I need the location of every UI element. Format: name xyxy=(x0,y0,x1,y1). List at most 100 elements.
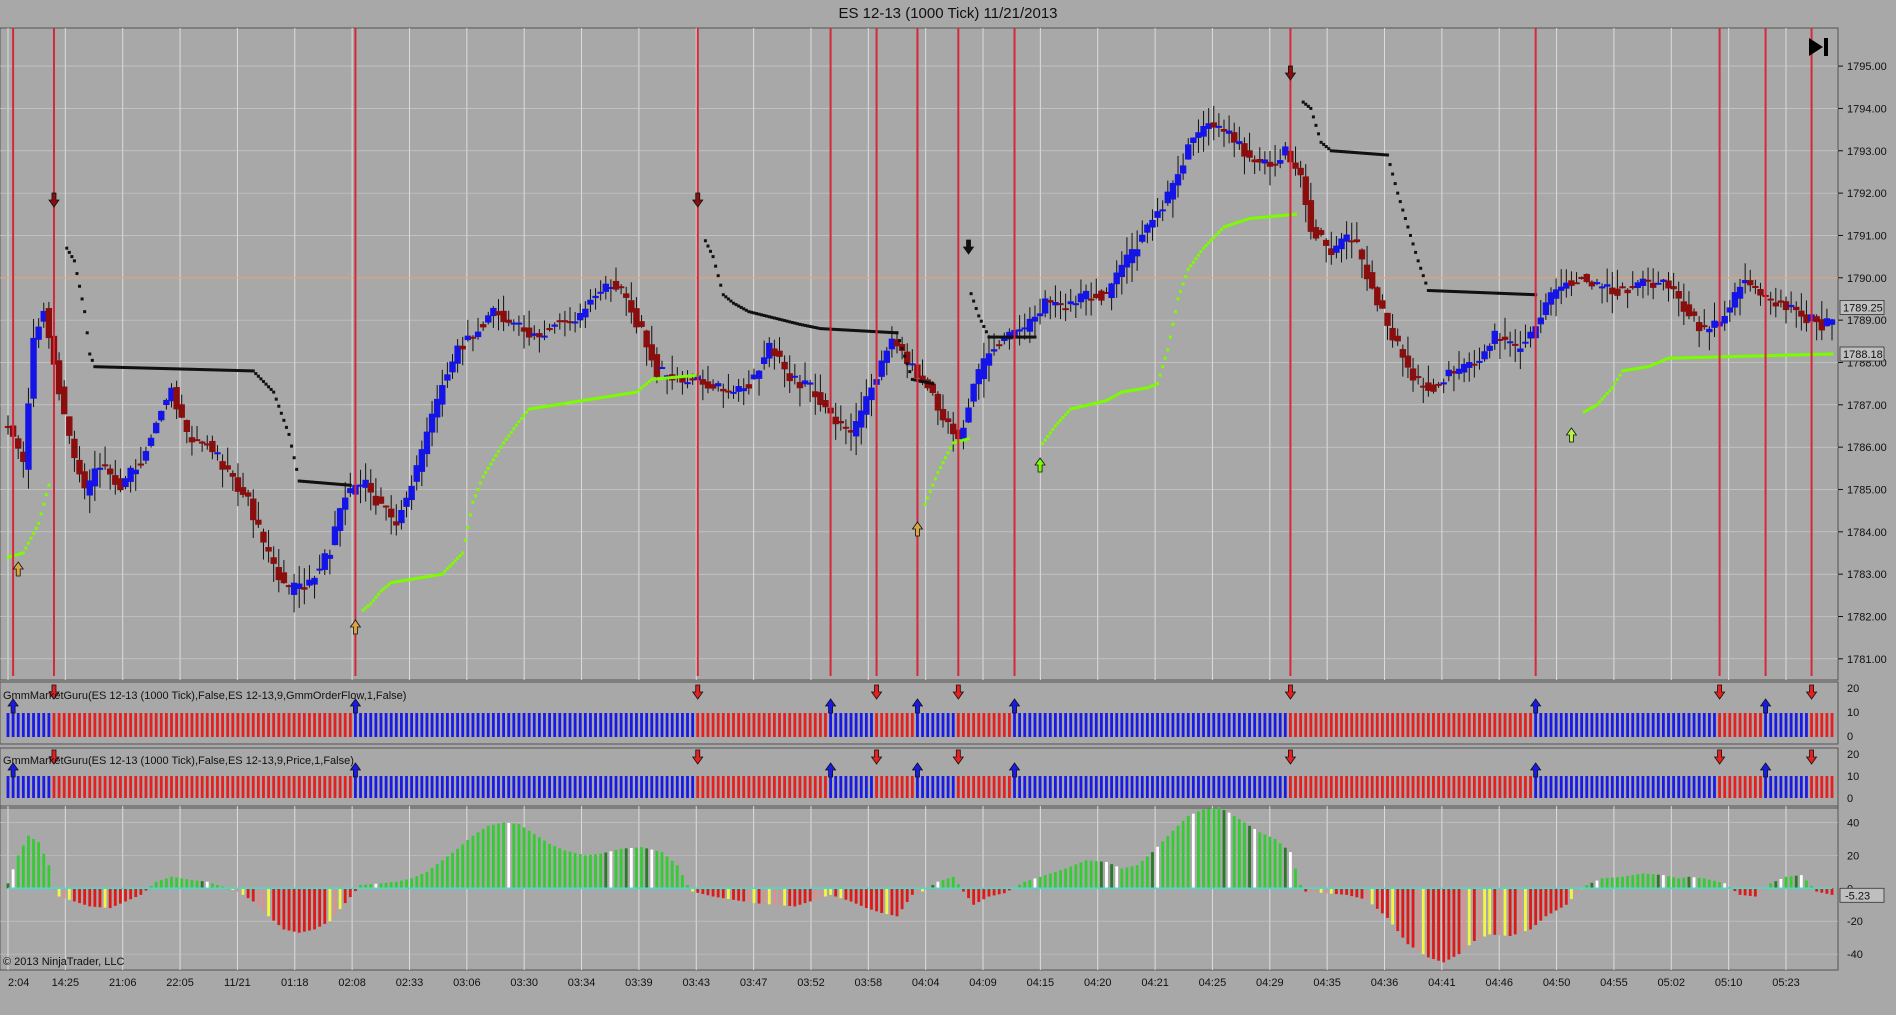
time-axis-label: 04:20 xyxy=(1084,977,1112,989)
candle-body xyxy=(1522,341,1529,344)
candle-body xyxy=(408,485,415,501)
oscillator-bar xyxy=(16,855,20,889)
order-flow-bar xyxy=(1789,713,1793,737)
sell-arrow-price xyxy=(1284,65,1297,81)
order-flow-bar xyxy=(890,713,894,737)
oscillator-bar xyxy=(767,888,771,905)
oscillator-bar xyxy=(675,865,679,889)
trailing-stop-lower-dot xyxy=(489,462,493,466)
trailing-stop-lower-dot xyxy=(461,551,465,555)
order-flow-bar xyxy=(962,713,965,737)
oscillator-bar xyxy=(308,888,311,931)
up-arrow-icon xyxy=(1034,457,1046,473)
oscillator-bar xyxy=(190,880,194,889)
oscillator-bar xyxy=(614,850,618,889)
trailing-stop-upper-dot xyxy=(834,327,838,331)
oscillator-bar xyxy=(803,888,807,904)
order-flow-bar xyxy=(1462,713,1466,737)
oscillator-bar xyxy=(1529,888,1532,930)
trailing-stop-lower-dot xyxy=(1787,353,1791,357)
order-flow-bar xyxy=(1340,713,1343,737)
price-flow-bar xyxy=(144,776,148,798)
oscillator-bar xyxy=(37,842,41,889)
order-flow-bar xyxy=(1728,713,1732,737)
candle-body xyxy=(658,367,666,370)
trailing-stop-lower-dot xyxy=(451,562,455,566)
price-flow-bar xyxy=(1529,776,1532,798)
trailing-stop-upper-dot xyxy=(1324,145,1328,149)
price-flow-bar xyxy=(1289,776,1292,798)
order-flow-bar xyxy=(619,713,623,737)
price-flow-bar xyxy=(1048,776,1052,798)
order-flow-bar xyxy=(323,713,327,737)
trailing-stop-upper-dot xyxy=(1322,142,1326,146)
price-flow-bar xyxy=(180,776,184,798)
trailing-stop-lower-dot xyxy=(928,490,932,494)
order-flow-bar xyxy=(124,713,127,737)
trailing-stop-upper-dot xyxy=(75,272,79,276)
trailing-stop-lower-dot xyxy=(1102,399,1106,403)
candle-body xyxy=(582,308,589,318)
trailing-stop-upper-dot xyxy=(226,368,230,372)
order-flow-bar xyxy=(1457,713,1461,737)
candle-body xyxy=(1072,303,1080,306)
candle-body xyxy=(1231,132,1238,143)
order-flow-bar xyxy=(1554,713,1558,737)
trailing-stop-upper-dot xyxy=(1380,153,1384,157)
candle-body xyxy=(740,388,747,392)
trailing-stop-upper-dot xyxy=(714,264,718,268)
order-flow-bar xyxy=(37,713,41,737)
price-flow-bar xyxy=(369,776,373,798)
trailing-stop-upper-dot xyxy=(157,366,161,370)
oscillator-bar xyxy=(1805,880,1808,889)
trailing-stop-lower-dot xyxy=(389,581,393,585)
trailing-stop-lower-dot xyxy=(366,604,370,608)
price-flow-bar xyxy=(1774,776,1778,798)
trailing-stop-lower-dot xyxy=(1084,403,1088,407)
trailing-stop-upper-dot xyxy=(205,368,209,372)
price-flow-bar xyxy=(425,776,429,798)
candle-body xyxy=(934,393,942,411)
trailing-stop-upper-dot xyxy=(1434,289,1438,293)
oscillator-bar xyxy=(21,845,25,889)
order-flow-bar xyxy=(803,713,807,737)
trailing-stop-lower-dot xyxy=(1217,230,1221,234)
trailing-stop-lower-dot xyxy=(1148,385,1152,389)
candle-body xyxy=(224,465,231,470)
trailing-stop-lower-dot xyxy=(571,400,575,404)
skip-to-end-icon[interactable] xyxy=(1804,34,1834,60)
trailing-stop-upper-dot xyxy=(318,481,322,485)
price-flow-bar xyxy=(1738,776,1742,798)
order-flow-bar xyxy=(834,713,838,737)
oscillator-bar xyxy=(589,854,592,889)
order-flow-bar xyxy=(732,713,735,737)
chart-canvas[interactable]: 1795.001794.001793.001792.001791.001790.… xyxy=(0,0,1896,1015)
order-flow-bar xyxy=(1120,713,1124,737)
trailing-stop-lower-dot xyxy=(527,407,531,411)
candle-body xyxy=(1174,174,1182,186)
trailing-stop-lower-dot xyxy=(1725,355,1729,359)
oscillator-bar xyxy=(941,880,945,889)
price-flow-bar xyxy=(262,776,265,798)
oscillator-bar xyxy=(62,888,66,899)
trailing-stop-lower-dot xyxy=(568,401,572,405)
trailing-stop-upper-dot xyxy=(892,331,896,335)
order-flow-bar xyxy=(767,713,771,737)
trailing-stop-upper-dot xyxy=(885,330,889,334)
price-flow-bar xyxy=(1830,776,1834,798)
oscillator-bar xyxy=(829,888,832,895)
trailing-stop-lower-dot xyxy=(364,606,368,610)
trailing-stop-lower-dot xyxy=(1799,353,1803,357)
trailing-stop-upper-dot xyxy=(900,346,904,350)
candle-body xyxy=(439,385,446,405)
trailing-stop-upper-dot xyxy=(734,303,738,307)
trailing-stop-upper-dot xyxy=(325,481,329,485)
oscillator-bar xyxy=(880,888,884,913)
candle-body xyxy=(96,467,104,470)
candle-body xyxy=(382,505,390,508)
copyright-notice: © 2013 NinjaTrader, LLC xyxy=(3,956,125,968)
price-flow-bar xyxy=(1672,776,1676,798)
price-flow-bar xyxy=(348,776,352,798)
signal-arrow-orderflow xyxy=(911,698,924,714)
candle-body xyxy=(1772,302,1779,307)
